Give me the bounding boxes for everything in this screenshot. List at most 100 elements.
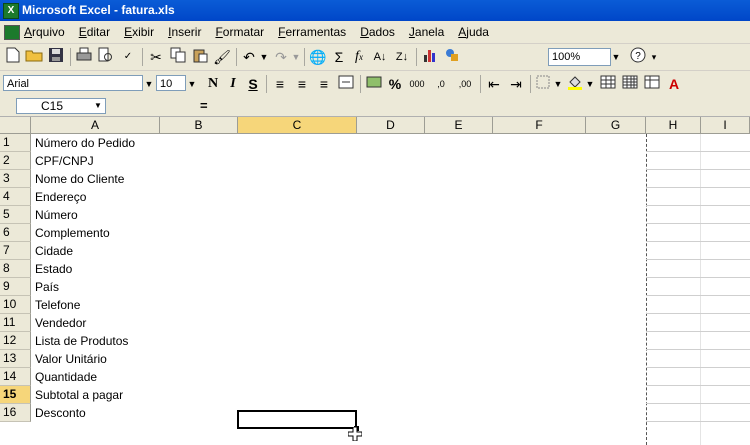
spelling-icon[interactable]: ✓ bbox=[118, 47, 138, 67]
column-header-d[interactable]: D bbox=[357, 117, 425, 134]
undo-icon[interactable]: ↶ bbox=[240, 47, 258, 67]
redo-dropdown[interactable]: ▼ bbox=[290, 49, 302, 65]
table-dense-icon[interactable] bbox=[620, 74, 640, 94]
cell-a8[interactable]: Estado bbox=[35, 260, 72, 278]
zoom-dropdown[interactable]: ▼ bbox=[610, 49, 622, 65]
menu-formatar[interactable]: Formatar bbox=[215, 25, 264, 39]
increase-indent-icon[interactable]: ⇥ bbox=[506, 74, 526, 94]
underline-button[interactable]: S bbox=[244, 74, 262, 94]
row-header-11[interactable]: 11 bbox=[0, 314, 31, 332]
format-painter-icon[interactable]: 🖌 bbox=[212, 47, 232, 67]
menu-ajuda[interactable]: Ajuda bbox=[458, 25, 489, 39]
drawing-icon[interactable] bbox=[442, 47, 462, 67]
cut-icon[interactable]: ✂ bbox=[146, 47, 166, 67]
workbook-icon[interactable] bbox=[4, 25, 20, 40]
cell-a3[interactable]: Nome do Cliente bbox=[35, 170, 124, 188]
cell-a6[interactable]: Complemento bbox=[35, 224, 110, 242]
row-header-1[interactable]: 1 bbox=[0, 134, 31, 152]
row-header-15[interactable]: 15 bbox=[0, 386, 31, 404]
row-header-2[interactable]: 2 bbox=[0, 152, 31, 170]
row-header-8[interactable]: 8 bbox=[0, 260, 31, 278]
row-header-6[interactable]: 6 bbox=[0, 224, 31, 242]
help-icon[interactable]: ? bbox=[628, 47, 648, 67]
align-right-icon[interactable]: ≡ bbox=[314, 74, 334, 94]
cell-a5[interactable]: Número bbox=[35, 206, 78, 224]
paste-icon[interactable] bbox=[190, 47, 210, 67]
row-header-5[interactable]: 5 bbox=[0, 206, 31, 224]
row-header-12[interactable]: 12 bbox=[0, 332, 31, 350]
sort-descending-icon[interactable]: Z↓ bbox=[392, 47, 412, 67]
row-header-13[interactable]: 13 bbox=[0, 350, 31, 368]
chart-wizard-icon[interactable] bbox=[420, 47, 440, 67]
font-name-dropdown[interactable]: ▼ bbox=[143, 76, 155, 92]
row-header-4[interactable]: 4 bbox=[0, 188, 31, 206]
menu-exibir[interactable]: Exibir bbox=[124, 25, 154, 39]
hyperlink-icon[interactable]: 🌐 bbox=[308, 47, 328, 67]
row-header-10[interactable]: 10 bbox=[0, 296, 31, 314]
name-box[interactable]: C15 ▼ bbox=[16, 98, 106, 114]
redo-icon[interactable]: ↷ bbox=[272, 47, 290, 67]
column-header-i[interactable]: I bbox=[701, 117, 750, 134]
copy-icon[interactable] bbox=[168, 47, 188, 67]
print-preview-icon[interactable] bbox=[96, 47, 116, 67]
font-size-dropdown[interactable]: ▼ bbox=[186, 76, 198, 92]
active-cell-c15[interactable] bbox=[237, 410, 357, 429]
sort-ascending-icon[interactable]: A↓ bbox=[370, 47, 390, 67]
cell-a11[interactable]: Vendedor bbox=[35, 314, 86, 332]
row-header-9[interactable]: 9 bbox=[0, 278, 31, 296]
row-header-16[interactable]: 16 bbox=[0, 404, 31, 422]
excel-app-icon[interactable]: X bbox=[3, 3, 19, 19]
cell-a16[interactable]: Desconto bbox=[35, 404, 86, 422]
menu-arquivo[interactable]: Arquivo bbox=[24, 25, 65, 39]
table-grid-icon[interactable] bbox=[598, 74, 618, 94]
column-header-h[interactable]: H bbox=[646, 117, 701, 134]
menu-inserir[interactable]: Inserir bbox=[168, 25, 201, 39]
italic-button[interactable]: I bbox=[224, 74, 242, 94]
align-left-icon[interactable]: ≡ bbox=[270, 74, 290, 94]
borders-icon[interactable] bbox=[534, 74, 552, 94]
new-document-icon[interactable] bbox=[4, 47, 22, 67]
undo-dropdown[interactable]: ▼ bbox=[258, 49, 270, 65]
cell-a10[interactable]: Telefone bbox=[35, 296, 80, 314]
cell-a12[interactable]: Lista de Produtos bbox=[35, 332, 128, 350]
bold-button[interactable]: N bbox=[204, 74, 222, 94]
cell-a13[interactable]: Valor Unitário bbox=[35, 350, 107, 368]
column-header-c[interactable]: C bbox=[238, 117, 357, 134]
cell-a1[interactable]: Número do Pedido bbox=[35, 134, 135, 152]
decrease-indent-icon[interactable]: ⇤ bbox=[484, 74, 504, 94]
print-icon[interactable] bbox=[74, 47, 94, 67]
font-size-box[interactable]: 10 bbox=[156, 75, 186, 91]
table-icon[interactable] bbox=[642, 74, 662, 94]
save-icon[interactable] bbox=[46, 47, 66, 67]
font-color-icon[interactable]: A bbox=[664, 74, 684, 94]
align-center-icon[interactable]: ≡ bbox=[292, 74, 312, 94]
thousands-button[interactable]: 000 bbox=[406, 74, 428, 94]
currency-icon[interactable] bbox=[364, 74, 384, 94]
toolbar-options-dropdown[interactable]: ▾ bbox=[648, 49, 660, 65]
worksheet-grid[interactable]: A B C D E F G H I 1 Número do Pedido 2 CPF/… bbox=[0, 117, 750, 445]
cell-a14[interactable]: Quantidade bbox=[35, 368, 97, 386]
menu-ferramentas[interactable]: Ferramentas bbox=[278, 25, 346, 39]
fill-color-icon[interactable] bbox=[566, 74, 584, 94]
cell-a7[interactable]: Cidade bbox=[35, 242, 73, 260]
fill-color-dropdown[interactable]: ▼ bbox=[584, 76, 596, 92]
column-header-g[interactable]: G bbox=[586, 117, 646, 134]
cell-a9[interactable]: País bbox=[35, 278, 59, 296]
cell-a4[interactable]: Endereço bbox=[35, 188, 86, 206]
increase-decimal-icon[interactable]: ,0 bbox=[430, 74, 452, 94]
borders-dropdown[interactable]: ▼ bbox=[552, 76, 564, 92]
column-header-e[interactable]: E bbox=[425, 117, 493, 134]
decrease-decimal-icon[interactable]: ,00 bbox=[454, 74, 476, 94]
column-header-b[interactable]: B bbox=[160, 117, 238, 134]
row-header-7[interactable]: 7 bbox=[0, 242, 31, 260]
column-header-f[interactable]: F bbox=[493, 117, 586, 134]
merge-center-icon[interactable] bbox=[336, 74, 356, 94]
menu-dados[interactable]: Dados bbox=[360, 25, 395, 39]
font-name-box[interactable]: Arial bbox=[3, 75, 143, 91]
open-folder-icon[interactable] bbox=[24, 47, 44, 67]
menu-editar[interactable]: Editar bbox=[79, 25, 110, 39]
function-icon[interactable]: fx bbox=[350, 47, 368, 67]
column-header-a[interactable]: A bbox=[31, 117, 160, 134]
autosum-icon[interactable]: Σ bbox=[330, 47, 348, 67]
percent-button[interactable]: % bbox=[386, 74, 404, 94]
